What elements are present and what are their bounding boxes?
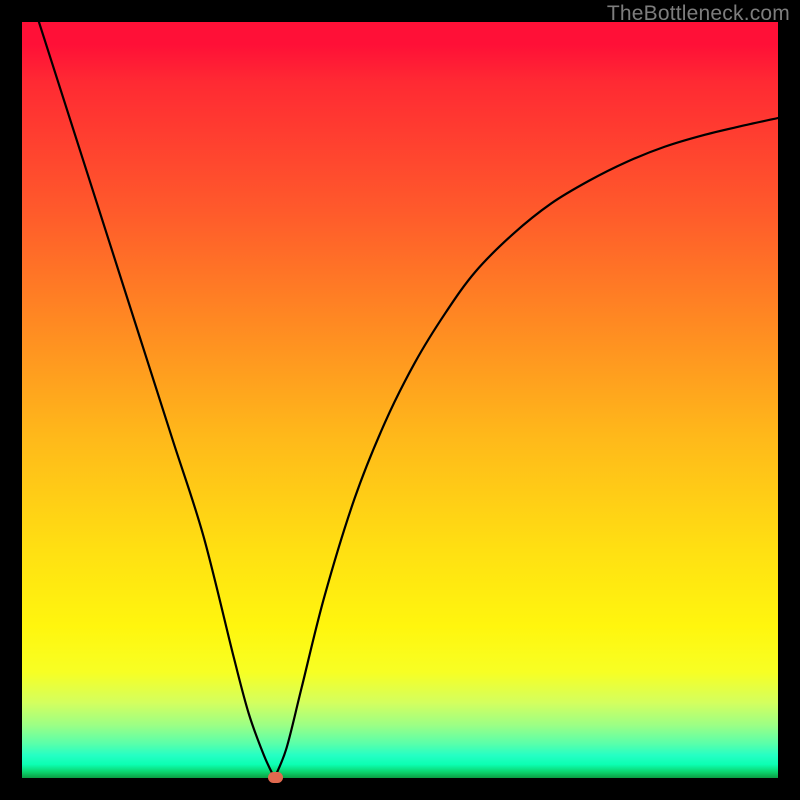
plot-area <box>22 22 778 778</box>
watermark-text: TheBottleneck.com <box>607 2 790 26</box>
optimal-point-marker <box>268 772 283 783</box>
chart-frame: TheBottleneck.com <box>0 0 800 800</box>
bottleneck-curve <box>22 22 778 778</box>
